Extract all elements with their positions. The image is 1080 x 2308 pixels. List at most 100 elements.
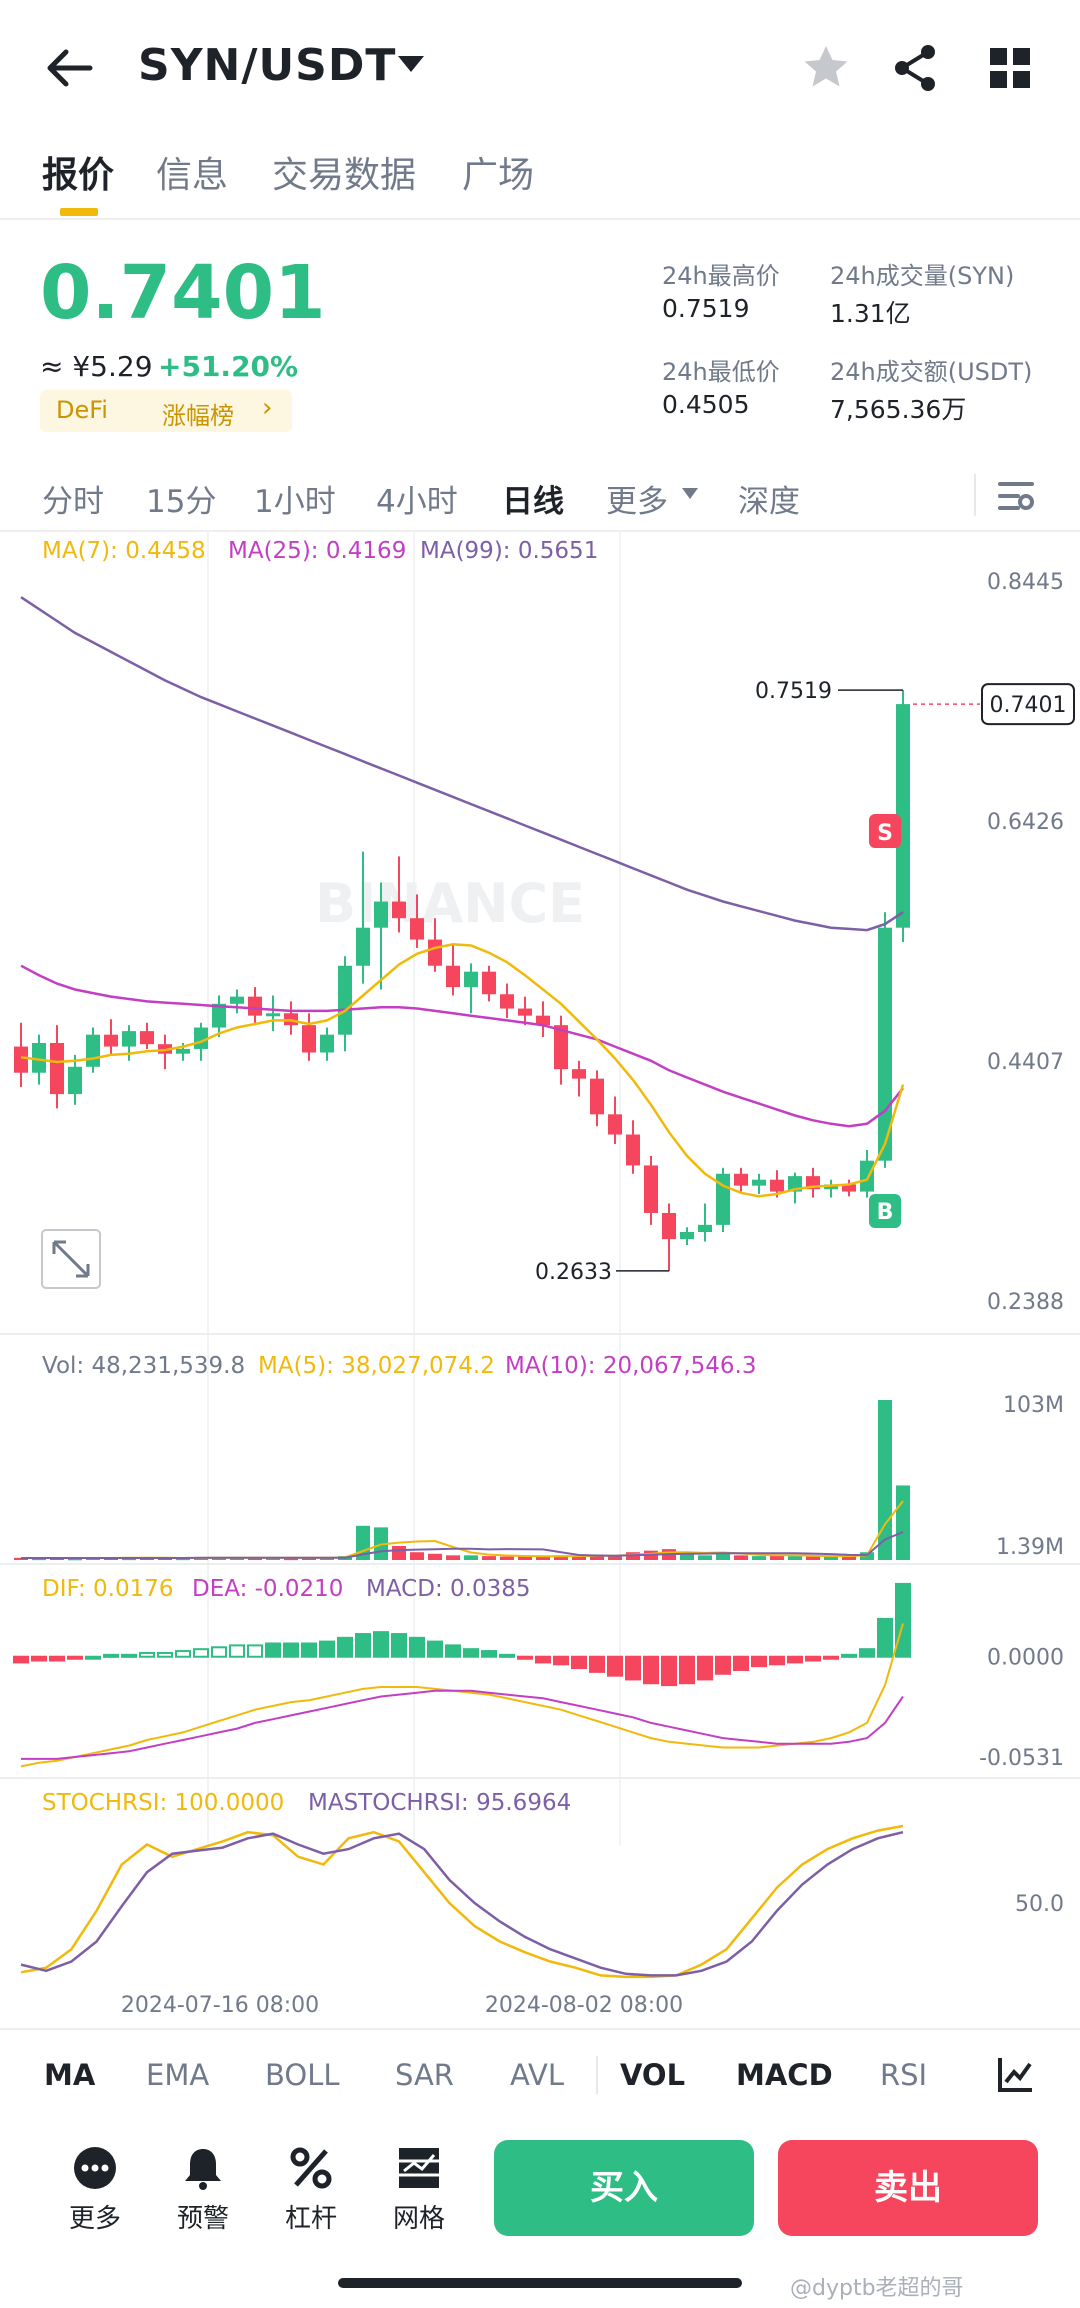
mastochrsi-line — [20, 1830, 904, 1977]
volume-24h-label: 24h成交量(SYN) — [830, 262, 1015, 290]
indicator-boll[interactable]: BOLL — [265, 2058, 340, 2092]
candle-body — [770, 1179, 784, 1192]
chevron-down-icon[interactable] — [682, 488, 698, 499]
star-icon[interactable] — [798, 40, 854, 96]
macd-axis-tick: -0.0531 — [979, 1746, 1064, 1771]
interval-divider — [974, 474, 976, 516]
macd-histogram-bar — [157, 1651, 173, 1658]
candle-body — [86, 1034, 100, 1067]
candle-body — [68, 1066, 82, 1095]
macd-histogram-bar — [535, 1655, 551, 1664]
macd-histogram-bar — [409, 1636, 425, 1658]
candle-body — [608, 1114, 622, 1135]
candle-body — [374, 901, 388, 928]
candle-body — [14, 1046, 28, 1073]
low-marker-label: 0.2633 — [535, 1260, 612, 1285]
candle-body — [428, 939, 442, 966]
candle-body — [104, 1034, 118, 1047]
indicator-ma[interactable]: MA — [44, 2058, 95, 2092]
interval-more[interactable]: 更多 — [606, 476, 668, 521]
sell-signal-label: S — [877, 821, 893, 846]
candle-body — [680, 1232, 694, 1240]
macd-histogram-bar — [427, 1640, 443, 1658]
indicator-separator — [596, 2056, 598, 2094]
price-cny: ≈ ¥5.29 — [40, 350, 153, 383]
trading-pair-title[interactable]: SYN/USDT — [138, 40, 396, 91]
buy-button[interactable]: 买入 — [494, 2140, 754, 2236]
candle-body — [248, 996, 262, 1016]
tab-quote[interactable]: 报价 — [42, 146, 114, 198]
volume-bar — [446, 1555, 460, 1560]
volume-bar — [806, 1556, 820, 1560]
candle-body — [446, 965, 460, 988]
grid-trading-icon[interactable] — [396, 2145, 442, 2191]
macd-histogram-bar — [859, 1648, 875, 1658]
macd-histogram-bar — [193, 1648, 209, 1658]
share-icon[interactable] — [888, 40, 944, 96]
low-24h-label: 24h最低价 — [662, 358, 780, 386]
macd-histogram-bar — [31, 1655, 47, 1662]
macd-histogram-bar — [697, 1655, 713, 1681]
indicator-rsi[interactable]: RSI — [880, 2058, 927, 2092]
indicator-avl[interactable]: AVL — [510, 2058, 564, 2092]
candle-body — [752, 1179, 766, 1186]
low-24h-value: 0.4505 — [662, 390, 750, 419]
macd-histogram-bar — [481, 1650, 497, 1658]
volume-bar — [500, 1556, 514, 1560]
volume-bar — [788, 1556, 802, 1560]
macd-histogram-bar — [679, 1655, 695, 1685]
interval-4h[interactable]: 4小时 — [376, 476, 458, 521]
candle-body — [698, 1224, 712, 1233]
volume-bar — [878, 1400, 892, 1560]
volume-bar — [392, 1546, 406, 1560]
macd-histogram-bar — [715, 1655, 731, 1675]
indicator-vol[interactable]: VOL — [620, 2058, 685, 2092]
candle-body — [302, 1025, 316, 1053]
percent-icon[interactable] — [288, 2145, 334, 2191]
watermark: @dyptb老超的哥 — [790, 2276, 964, 2301]
volume-bar — [464, 1555, 478, 1560]
interval-1h[interactable]: 1小时 — [254, 476, 336, 521]
macd-dif-line — [20, 1623, 904, 1768]
bell-icon[interactable] — [180, 2145, 226, 2191]
interval-15m[interactable]: 15分 — [146, 476, 216, 521]
interval-time-share[interactable]: 分时 — [42, 476, 104, 521]
macd-axis-tick: 0.0000 — [987, 1646, 1064, 1671]
more-label[interactable]: 更多 — [45, 2198, 145, 2235]
macd-histogram-bar — [355, 1633, 371, 1658]
chart-settings-icon[interactable] — [994, 474, 1038, 518]
sell-button[interactable]: 卖出 — [778, 2140, 1038, 2236]
macd-histogram-bar — [139, 1651, 155, 1658]
leverage-label[interactable]: 杠杆 — [261, 2198, 361, 2235]
indicator-divider — [0, 2028, 1080, 2030]
more-icon[interactable] — [72, 2145, 118, 2191]
candle-body — [590, 1078, 604, 1115]
grid-icon[interactable] — [982, 40, 1038, 96]
interval-1d[interactable]: 日线 — [502, 476, 564, 521]
stochrsi-axis-tick: 50.0 — [1015, 1892, 1064, 1917]
price-chart[interactable]: 0.8445 0.6426 0.4407 0.2388 BINANCE MA(7): 0.… — [0, 530, 1080, 2026]
tab-info[interactable]: 信息 — [156, 146, 228, 198]
macd-histogram-bar — [49, 1655, 65, 1662]
high-24h-value: 0.7519 — [662, 294, 750, 323]
grid-label[interactable]: 网格 — [369, 2198, 469, 2235]
price-axis-tick: 0.4407 — [987, 1050, 1064, 1075]
indicator-macd[interactable]: MACD — [736, 2058, 833, 2092]
line-chart-icon[interactable] — [996, 2054, 1036, 2094]
tab-square[interactable]: 广场 — [462, 146, 534, 198]
indicator-sar[interactable]: SAR — [395, 2058, 454, 2092]
candle-body — [410, 918, 424, 940]
macd-histogram-bar — [121, 1653, 137, 1658]
arrow-left-icon[interactable] — [40, 38, 100, 98]
macd-histogram-bar — [517, 1655, 533, 1660]
tab-trading-data[interactable]: 交易数据 — [272, 146, 416, 198]
price-axis-tick: 0.2388 — [987, 1290, 1064, 1315]
alert-label[interactable]: 预警 — [153, 2198, 253, 2235]
macd-histogram-bar — [301, 1642, 317, 1658]
macd-histogram-bar — [247, 1644, 263, 1658]
volume-axis-tick: 1.39M — [996, 1535, 1064, 1560]
macd-histogram-bar — [643, 1655, 659, 1685]
pair-dropdown-icon[interactable] — [398, 56, 424, 72]
indicator-ema[interactable]: EMA — [146, 2058, 209, 2092]
interval-depth[interactable]: 深度 — [738, 476, 800, 521]
